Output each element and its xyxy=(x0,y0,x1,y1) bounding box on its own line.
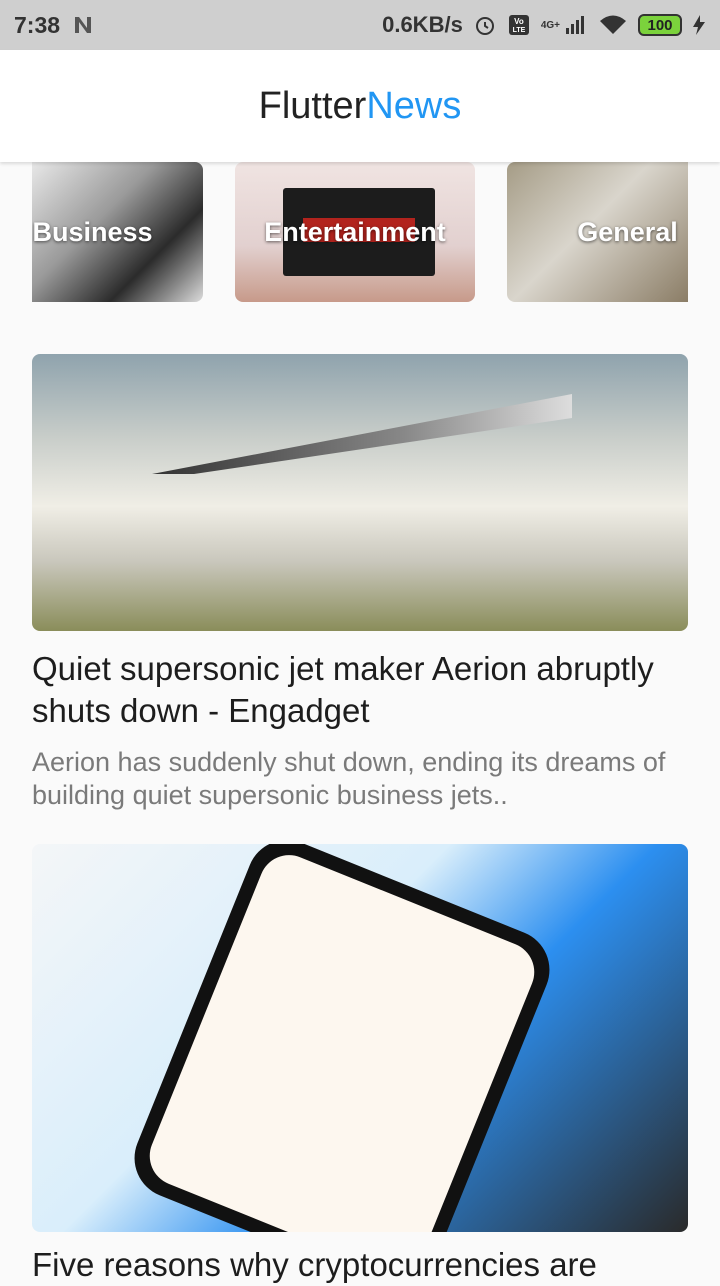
signal-icon xyxy=(566,16,584,34)
category-label: Entertainment xyxy=(264,216,446,247)
category-label: Business xyxy=(32,216,153,247)
volte-icon: Vo LTE xyxy=(508,15,529,35)
status-left: 7:38 xyxy=(14,12,94,39)
article-image-crypto[interactable] xyxy=(32,844,688,1232)
status-time: 7:38 xyxy=(14,11,61,38)
article-title[interactable]: Quiet supersonic jet maker Aerion abrupt… xyxy=(32,648,688,732)
article-description: Aerion has suddenly shut down, ending it… xyxy=(32,747,666,810)
wifi-icon xyxy=(600,15,626,34)
signal-label: 4G+ xyxy=(540,19,560,31)
app-title-flutter: Flutter xyxy=(258,84,367,127)
app-bar: FlutterNews xyxy=(0,50,720,162)
category-business[interactable]: Business xyxy=(32,162,203,302)
svg-text:LTE: LTE xyxy=(512,27,525,34)
battery-icon: 100 xyxy=(638,14,682,36)
charging-icon xyxy=(693,15,705,35)
app-title-news: News xyxy=(366,84,462,127)
svg-text:Vo: Vo xyxy=(514,17,524,26)
battery-level: 100 xyxy=(647,16,673,34)
phone-image xyxy=(122,844,562,1232)
status-bar: 7:38 0.6KB/s Vo LTE 4G+ 100 xyxy=(0,0,720,50)
notification-n-icon xyxy=(75,17,92,33)
app-title: FlutterNews xyxy=(259,85,462,128)
category-general[interactable]: General xyxy=(507,162,688,302)
category-entertainment[interactable]: Entertainment xyxy=(235,162,475,302)
jet-shape xyxy=(152,394,572,474)
category-label: General xyxy=(577,216,678,247)
network-speed: 0.6KB/s xyxy=(382,12,463,37)
alarm-icon xyxy=(475,17,494,35)
article-image-jet[interactable] xyxy=(32,354,688,631)
category-list[interactable]: Business Entertainment General xyxy=(0,162,720,302)
status-right: 0.6KB/s Vo LTE 4G+ 100 xyxy=(382,12,706,38)
